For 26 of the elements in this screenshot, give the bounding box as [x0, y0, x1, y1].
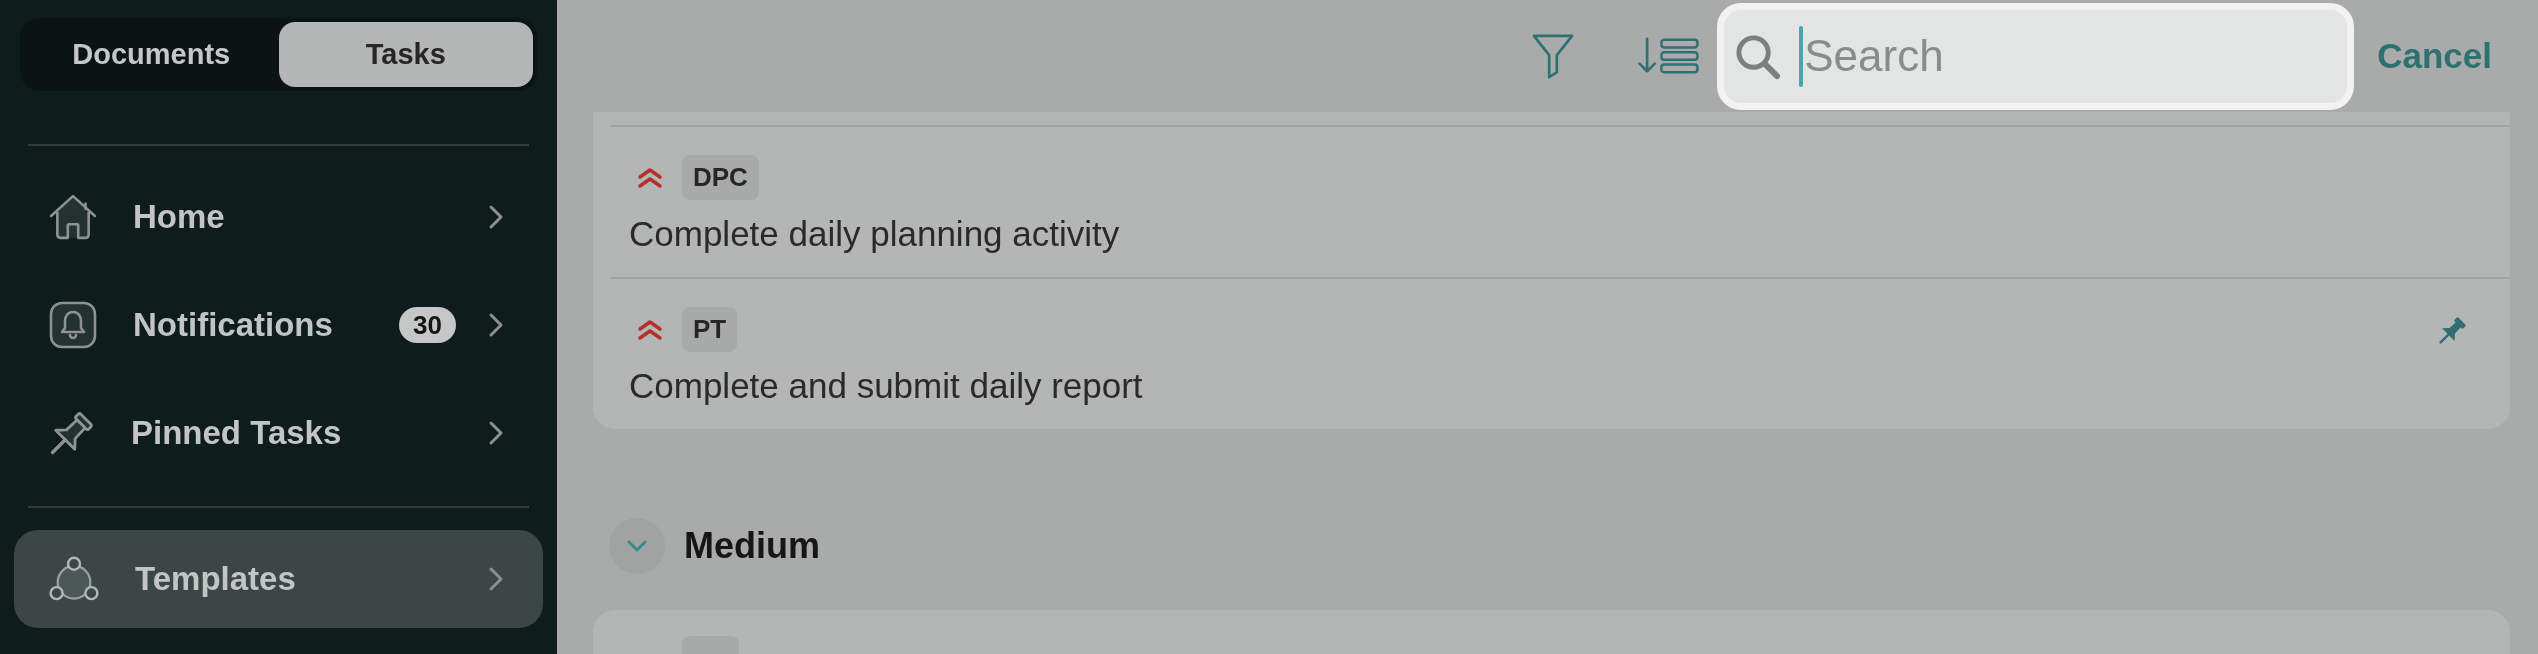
task-title: Complete daily planning activity	[629, 214, 1120, 254]
sort-button[interactable]	[1636, 37, 1701, 75]
segment-tab[interactable]: Tasks	[278, 22, 533, 87]
sort-icon	[1636, 37, 1701, 75]
segment-tab[interactable]: Documents	[24, 22, 279, 87]
chevron-right-icon	[488, 566, 504, 592]
task-title: Complete and submit daily report	[629, 366, 1143, 406]
chevron-right-icon	[488, 420, 504, 446]
pushpin-icon	[49, 410, 95, 456]
chevron-right-icon	[488, 312, 504, 338]
task-tag: DPC	[682, 155, 759, 200]
filter-icon	[1531, 33, 1576, 79]
bell-icon	[49, 301, 97, 349]
nav-link[interactable]: Notifications	[49, 301, 333, 349]
chevron-right-icon	[488, 204, 504, 230]
connected-circles-icon	[49, 556, 99, 602]
house-icon	[49, 194, 97, 240]
notification-count: 30	[399, 307, 456, 343]
search-icon	[1734, 32, 1782, 80]
chevron-down-icon	[627, 540, 647, 552]
task-tag: PT	[682, 307, 738, 352]
nav-link[interactable]: Pinned Tasks	[49, 410, 342, 456]
nav-link[interactable]: Home	[49, 194, 225, 240]
nav-link[interactable]: Templates	[49, 556, 296, 602]
section-title: Medium	[684, 524, 820, 568]
filter-button[interactable]	[1531, 33, 1576, 79]
